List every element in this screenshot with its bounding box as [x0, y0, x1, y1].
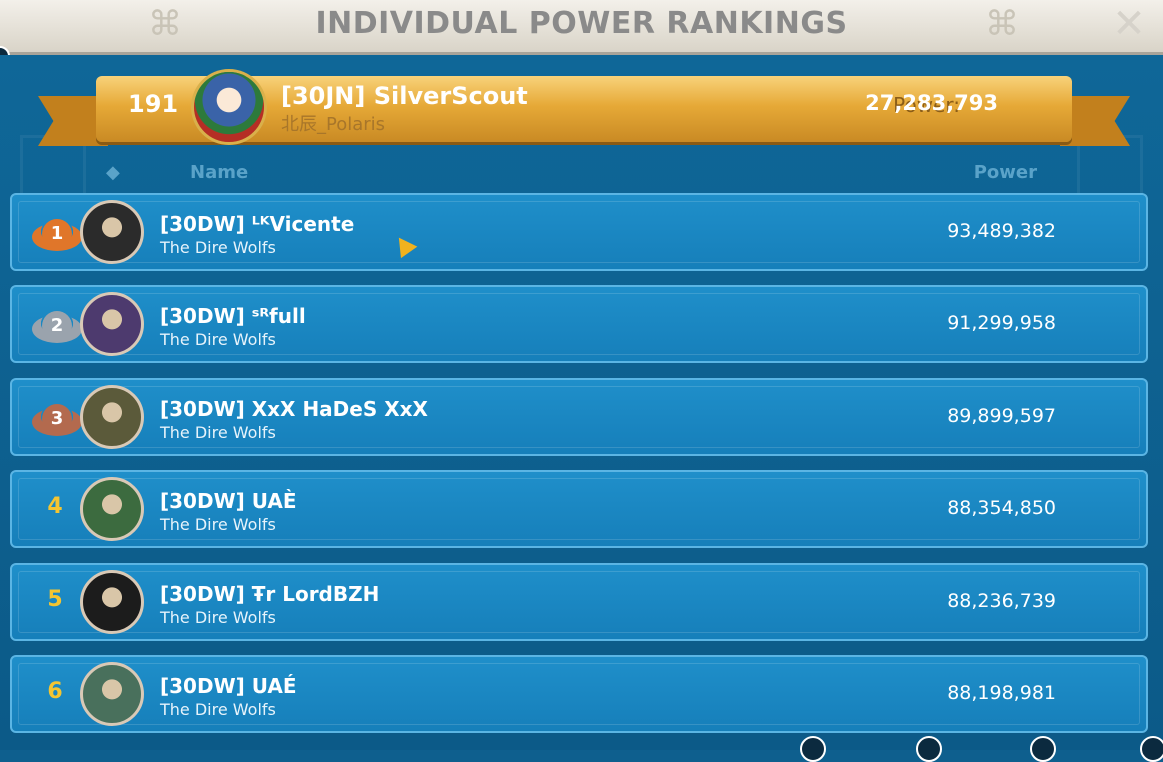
rank-medal-icon: 1	[32, 217, 82, 251]
rank-column-icon: ◆	[106, 162, 120, 183]
title-bar: ⌘ INDIVIDUAL POWER RANKINGS ⌘ ✕	[0, 0, 1163, 55]
player-power: 88,354,850	[947, 497, 1056, 520]
ranking-row[interactable]: 1 [30DW] ᴸᴷVicente The Dire Wolfs 93,489,38…	[10, 193, 1148, 271]
close-icon[interactable]: ✕	[1109, 4, 1149, 44]
player-avatar[interactable]	[80, 662, 144, 726]
player-alliance: The Dire Wolfs	[160, 607, 276, 627]
header-power: Power	[973, 162, 1037, 183]
self-rank: 191	[128, 90, 179, 118]
page-dot-1[interactable]	[800, 736, 826, 762]
rank-medal-icon: 3	[32, 402, 82, 436]
page-dot-4[interactable]	[1140, 736, 1163, 762]
rank-number: 5	[47, 586, 63, 612]
player-power: 91,299,958	[947, 312, 1056, 335]
rank-number: 1	[42, 219, 72, 249]
player-name: [30DW] UAÉ	[160, 674, 297, 698]
player-name: [30DW] ᴸᴷVicente	[160, 212, 355, 236]
player-alliance: The Dire Wolfs	[160, 700, 276, 719]
player-name: [30DW] UAÈ	[160, 489, 297, 514]
player-avatar[interactable]	[80, 569, 144, 634]
player-avatar[interactable]	[80, 200, 144, 264]
player-power: 89,899,597	[947, 404, 1056, 427]
self-name: [30JN] SilverScout	[281, 82, 528, 110]
player-alliance: The Dire Wolfs	[160, 238, 276, 257]
player-avatar[interactable]	[80, 292, 144, 357]
page-dot-3[interactable]	[1030, 736, 1056, 762]
player-name: [30DW] Ŧr LordBZH	[160, 581, 380, 606]
player-name: [30DW] XxX HaDeS XxX	[160, 396, 428, 421]
ranking-row[interactable]: 6 [30DW] UAÉ The Dire Wolfs 88,198,981	[10, 655, 1148, 733]
player-power: 88,236,739	[947, 589, 1056, 612]
player-alliance: The Dire Wolfs	[160, 422, 276, 442]
player-power: 93,489,382	[947, 220, 1056, 242]
player-avatar[interactable]	[80, 384, 144, 449]
rank-number: 4	[47, 494, 63, 520]
rank-number: 3	[42, 403, 72, 434]
header-name: Name	[190, 162, 249, 183]
self-subtitle: 北辰_Polaris	[281, 114, 386, 135]
ranking-row[interactable]: 5 [30DW] Ŧr LordBZH The Dire Wolfs 88,236,7…	[10, 562, 1148, 641]
self-avatar[interactable]	[194, 72, 264, 142]
self-power-value: 27,283,793	[865, 91, 998, 115]
rank-number: 6	[47, 679, 63, 704]
player-name: [30DW] ˢᴿfull	[160, 304, 306, 329]
player-alliance: The Dire Wolfs	[160, 515, 276, 535]
ranking-row[interactable]: 2 [30DW] ˢᴿfull The Dire Wolfs 91,299,958	[10, 285, 1148, 364]
greek-key-ornament-right: ⌘	[985, 4, 1019, 44]
ranking-row[interactable]: 3 [30DW] XxX HaDeS XxX The Dire Wolfs 89,89…	[10, 377, 1148, 456]
player-power: 88,198,981	[947, 682, 1056, 704]
player-avatar[interactable]	[80, 477, 144, 542]
self-ranking-ribbon: 191 [30JN] SilverScout 北辰_Polaris Power:…	[38, 72, 1130, 146]
player-alliance: The Dire Wolfs	[160, 330, 276, 350]
rank-medal-icon: 2	[32, 309, 82, 344]
ranking-row[interactable]: 4 [30DW] UAÈ The Dire Wolfs 88,354,850	[10, 470, 1148, 549]
page-dot-2[interactable]	[916, 736, 942, 762]
